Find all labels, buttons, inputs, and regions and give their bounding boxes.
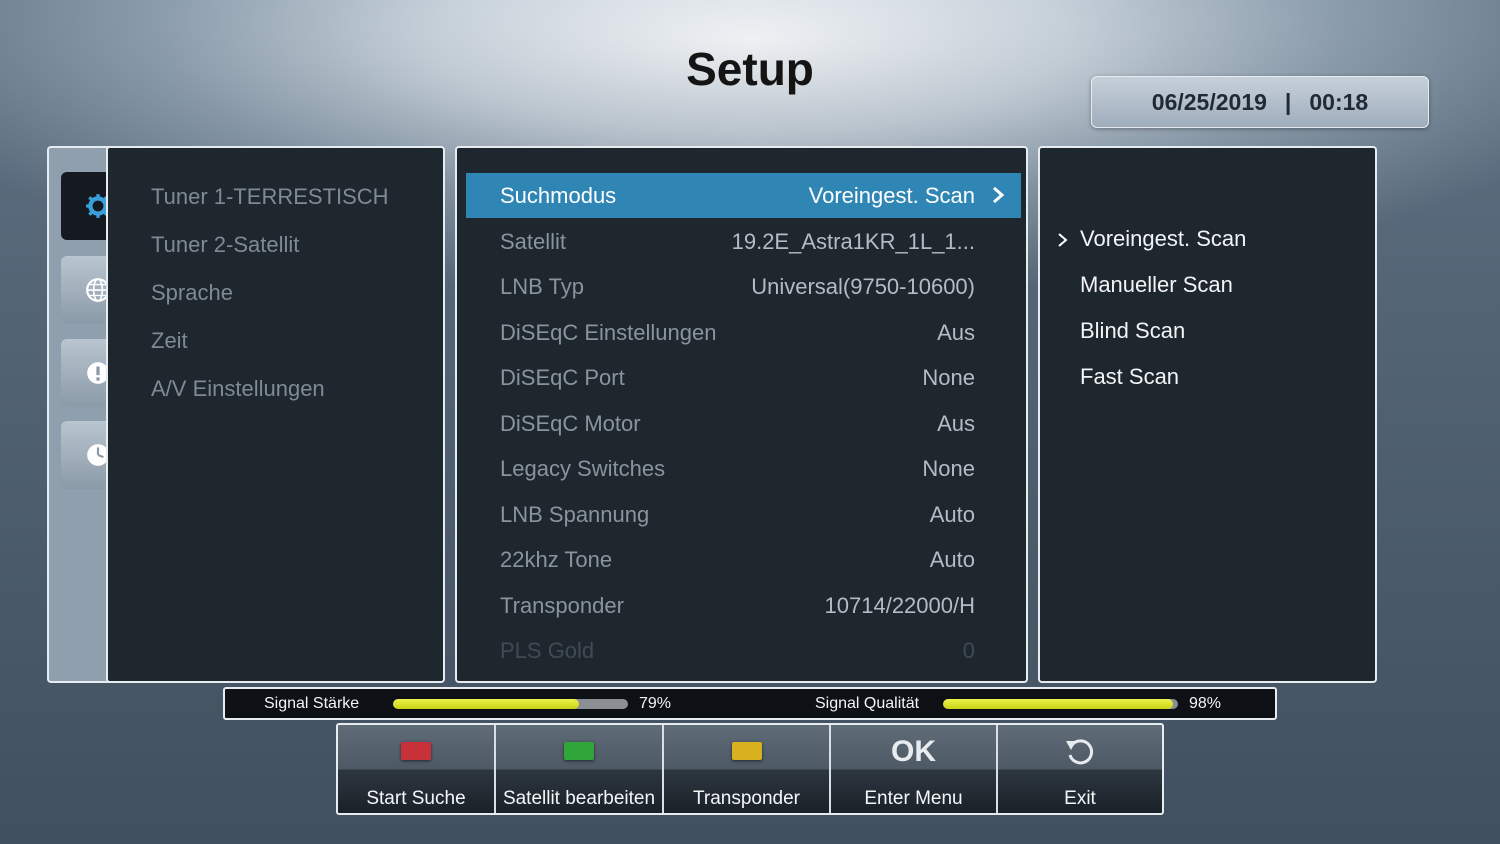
back-arrow-icon — [1066, 739, 1094, 765]
date-text: 06/25/2019 — [1151, 88, 1267, 115]
setting-value: 0 — [962, 637, 975, 663]
setting-label: PLS Gold — [500, 637, 595, 663]
setting-label: 22khz Tone — [500, 546, 613, 572]
button-caption: Exit — [1064, 788, 1096, 809]
datetime-display: 06/25/2019 | 00:18 — [1091, 76, 1429, 128]
ok-key-icon: OK — [891, 735, 936, 768]
setting-row-22khz-tone[interactable]: 22khz Tone Auto — [466, 537, 1021, 582]
yellow-key-icon — [731, 742, 762, 760]
setting-label: LNB Spannung — [500, 501, 650, 527]
setting-value: Aus — [937, 319, 975, 345]
setting-row-lnb-type[interactable]: LNB Typ Universal(9750-10600) — [466, 264, 1021, 309]
setting-value: 19.2E_Astra1KR_1L_1... — [731, 228, 975, 254]
red-key-icon — [401, 742, 431, 760]
button-caption: Enter Menu — [864, 788, 963, 809]
setting-row-search-mode[interactable]: Suchmodus Voreingest. Scan — [466, 173, 1021, 218]
setting-value: Voreingest. Scan — [808, 182, 975, 208]
setting-row-transponder[interactable]: Transponder 10714/22000/H — [466, 583, 1021, 628]
menu-item-time[interactable]: Zeit — [151, 328, 188, 354]
signal-quality-fill — [943, 699, 1174, 709]
setting-label: Legacy Switches — [500, 455, 666, 481]
setting-label: LNB Typ — [500, 273, 584, 299]
signal-quality-meter — [943, 699, 1178, 709]
category-menu: Tuner 1-TERRESTISCH Tuner 2-Satellit Spr… — [106, 146, 445, 683]
start-search-button[interactable]: Start Suche — [338, 725, 496, 813]
setting-row-legacy-switches[interactable]: Legacy Switches None — [466, 446, 1021, 491]
options-list: Voreingest. Scan Manueller Scan Blind Sc… — [1038, 146, 1377, 683]
setting-value: Aus — [937, 410, 975, 436]
signal-strength-label: Signal Stärke — [264, 695, 360, 712]
setting-row-pls-gold: PLS Gold 0 — [466, 628, 1021, 673]
menu-item-tuner2[interactable]: Tuner 2-Satellit — [151, 232, 299, 258]
menu-item-language[interactable]: Sprache — [151, 280, 233, 306]
setting-label: DiSEqC Motor — [500, 410, 641, 436]
signal-quality-percent: 98% — [1189, 695, 1222, 712]
setting-label: Satellit — [500, 228, 567, 254]
setting-row-diseqc-port[interactable]: DiSEqC Port None — [466, 355, 1021, 400]
setting-label: Suchmodus — [500, 182, 617, 208]
exit-button[interactable]: Exit — [998, 725, 1162, 813]
edit-satellite-button[interactable]: Satellit bearbeiten — [496, 725, 664, 813]
button-caption: Transponder — [692, 788, 801, 809]
setting-label: DiSEqC Port — [500, 364, 625, 390]
setting-value: 10714/22000/H — [824, 592, 975, 618]
menu-item-tuner1[interactable]: Tuner 1-TERRESTISCH — [151, 184, 389, 210]
setting-value: Universal(9750-10600) — [751, 273, 975, 299]
transponder-button[interactable]: Transponder — [664, 725, 831, 813]
green-key-icon — [564, 742, 594, 760]
setting-value: None — [922, 455, 975, 481]
button-caption: Start Suche — [366, 788, 466, 809]
setting-row-diseqc-motor[interactable]: DiSEqC Motor Aus — [466, 401, 1021, 446]
signal-strength-percent: 79% — [639, 695, 672, 712]
button-caption: Satellit bearbeiten — [502, 788, 656, 809]
function-button-bar: Start Suche Satellit bearbeiten Transpon… — [336, 723, 1164, 815]
option-preset-scan[interactable]: Voreingest. Scan — [1080, 226, 1246, 252]
setting-value: Auto — [929, 501, 975, 527]
signal-quality-label: Signal Qualität — [815, 695, 920, 712]
option-manual-scan[interactable]: Manueller Scan — [1080, 272, 1233, 298]
date-time-separator: | — [1284, 88, 1292, 115]
enter-menu-button[interactable]: OK Enter Menu — [831, 725, 998, 813]
setting-row-diseqc-settings[interactable]: DiSEqC Einstellungen Aus — [466, 310, 1021, 355]
settings-list: Suchmodus Voreingest. Scan Satellit 19.2… — [455, 146, 1028, 683]
signal-strength-fill — [393, 699, 579, 709]
time-text: 00:18 — [1309, 88, 1369, 115]
setting-row-satellite[interactable]: Satellit 19.2E_Astra1KR_1L_1... — [466, 219, 1021, 264]
option-fast-scan[interactable]: Fast Scan — [1080, 364, 1179, 390]
setting-row-lnb-voltage[interactable]: LNB Spannung Auto — [466, 492, 1021, 537]
chevron-right-icon — [1058, 233, 1068, 247]
option-blind-scan[interactable]: Blind Scan — [1080, 318, 1185, 344]
signal-strength-meter — [393, 699, 628, 709]
setting-value: None — [922, 364, 975, 390]
menu-item-av-settings[interactable]: A/V Einstellungen — [151, 376, 325, 402]
signal-status-bar: Signal Stärke 79% Signal Qualität 98% — [223, 687, 1277, 720]
setting-label: DiSEqC Einstellungen — [500, 319, 717, 345]
chevron-right-icon — [993, 186, 1005, 204]
setting-label: Transponder — [500, 592, 624, 618]
setting-value: Auto — [929, 546, 975, 572]
